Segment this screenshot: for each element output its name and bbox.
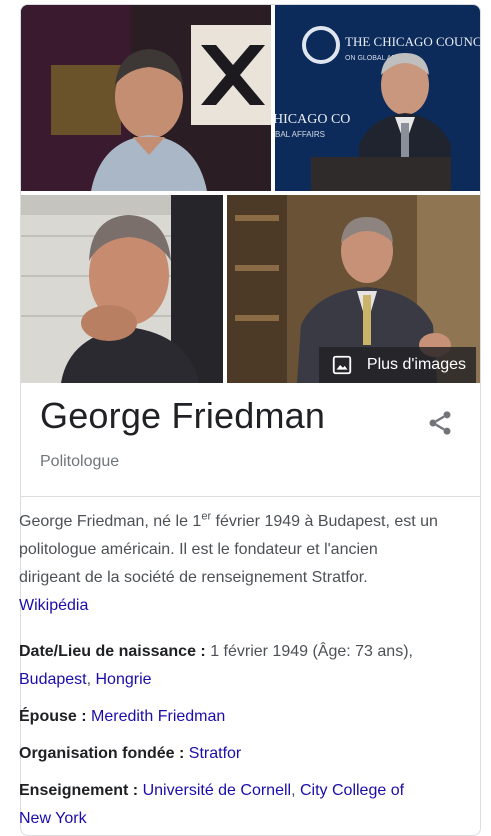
entity-header: George Friedman Politologue bbox=[21, 383, 480, 497]
fact-birth-value: 1 février 1949 (Âge: 73 ans), bbox=[210, 643, 413, 660]
description-superscript: er bbox=[201, 510, 212, 523]
council-text-4: BAL AFFAIRS bbox=[275, 130, 325, 139]
more-images-label: Plus d'images bbox=[366, 356, 466, 373]
fact-education-separator: , bbox=[291, 782, 300, 799]
link-cornell[interactable]: Université de Cornell bbox=[143, 782, 292, 799]
fact-birth-separator: , bbox=[86, 671, 96, 688]
entity-title: George Friedman bbox=[40, 395, 326, 436]
fact-education-label: Enseignement : bbox=[19, 782, 143, 799]
photo-chicago-council-podium[interactable]: THE CHICAGO COUNC ON GLOBAL AFFAIRS HICA… bbox=[275, 5, 480, 191]
entity-description: George Friedman, né le 1er février 1949 … bbox=[19, 508, 439, 620]
fact-birth-label: Date/Lieu de naissance : bbox=[19, 643, 211, 660]
council-text-3: HICAGO CO bbox=[275, 112, 350, 127]
share-icon[interactable] bbox=[426, 409, 454, 437]
fact-spouse-label: Épouse : bbox=[19, 708, 92, 725]
description-text: George Friedman, né le 1 bbox=[19, 513, 202, 530]
image-grid: THE CHICAGO COUNC ON GLOBAL AFFAIRS HICA… bbox=[21, 5, 480, 383]
fact-birth: Date/Lieu de naissance : 1 février 1949 … bbox=[19, 638, 439, 694]
photo-speaking-red-background[interactable] bbox=[21, 5, 271, 191]
link-hongrie[interactable]: Hongrie bbox=[96, 671, 152, 688]
council-text-1: THE CHICAGO COUNC bbox=[345, 34, 480, 49]
wikipedia-link[interactable]: Wikipédia bbox=[19, 597, 88, 614]
link-meredith-friedman[interactable]: Meredith Friedman bbox=[91, 708, 225, 725]
more-images-button[interactable]: Plus d'images bbox=[318, 347, 476, 383]
link-budapest[interactable]: Budapest bbox=[19, 671, 87, 688]
link-stratfor[interactable]: Stratfor bbox=[189, 745, 241, 762]
photo-hand-on-chin[interactable] bbox=[21, 195, 223, 383]
entity-subtitle: Politologue bbox=[40, 453, 120, 470]
fact-org-label: Organisation fondée : bbox=[19, 745, 189, 762]
panel-body: George Friedman, né le 1er février 1949 … bbox=[19, 508, 439, 833]
fact-education: Enseignement : Université de Cornell, Ci… bbox=[19, 777, 439, 833]
photo-gesturing-library[interactable]: Plus d'images bbox=[227, 195, 480, 383]
fact-organization: Organisation fondée : Stratfor bbox=[19, 740, 439, 768]
fact-spouse: Épouse : Meredith Friedman bbox=[19, 703, 439, 731]
image-icon bbox=[332, 355, 352, 375]
